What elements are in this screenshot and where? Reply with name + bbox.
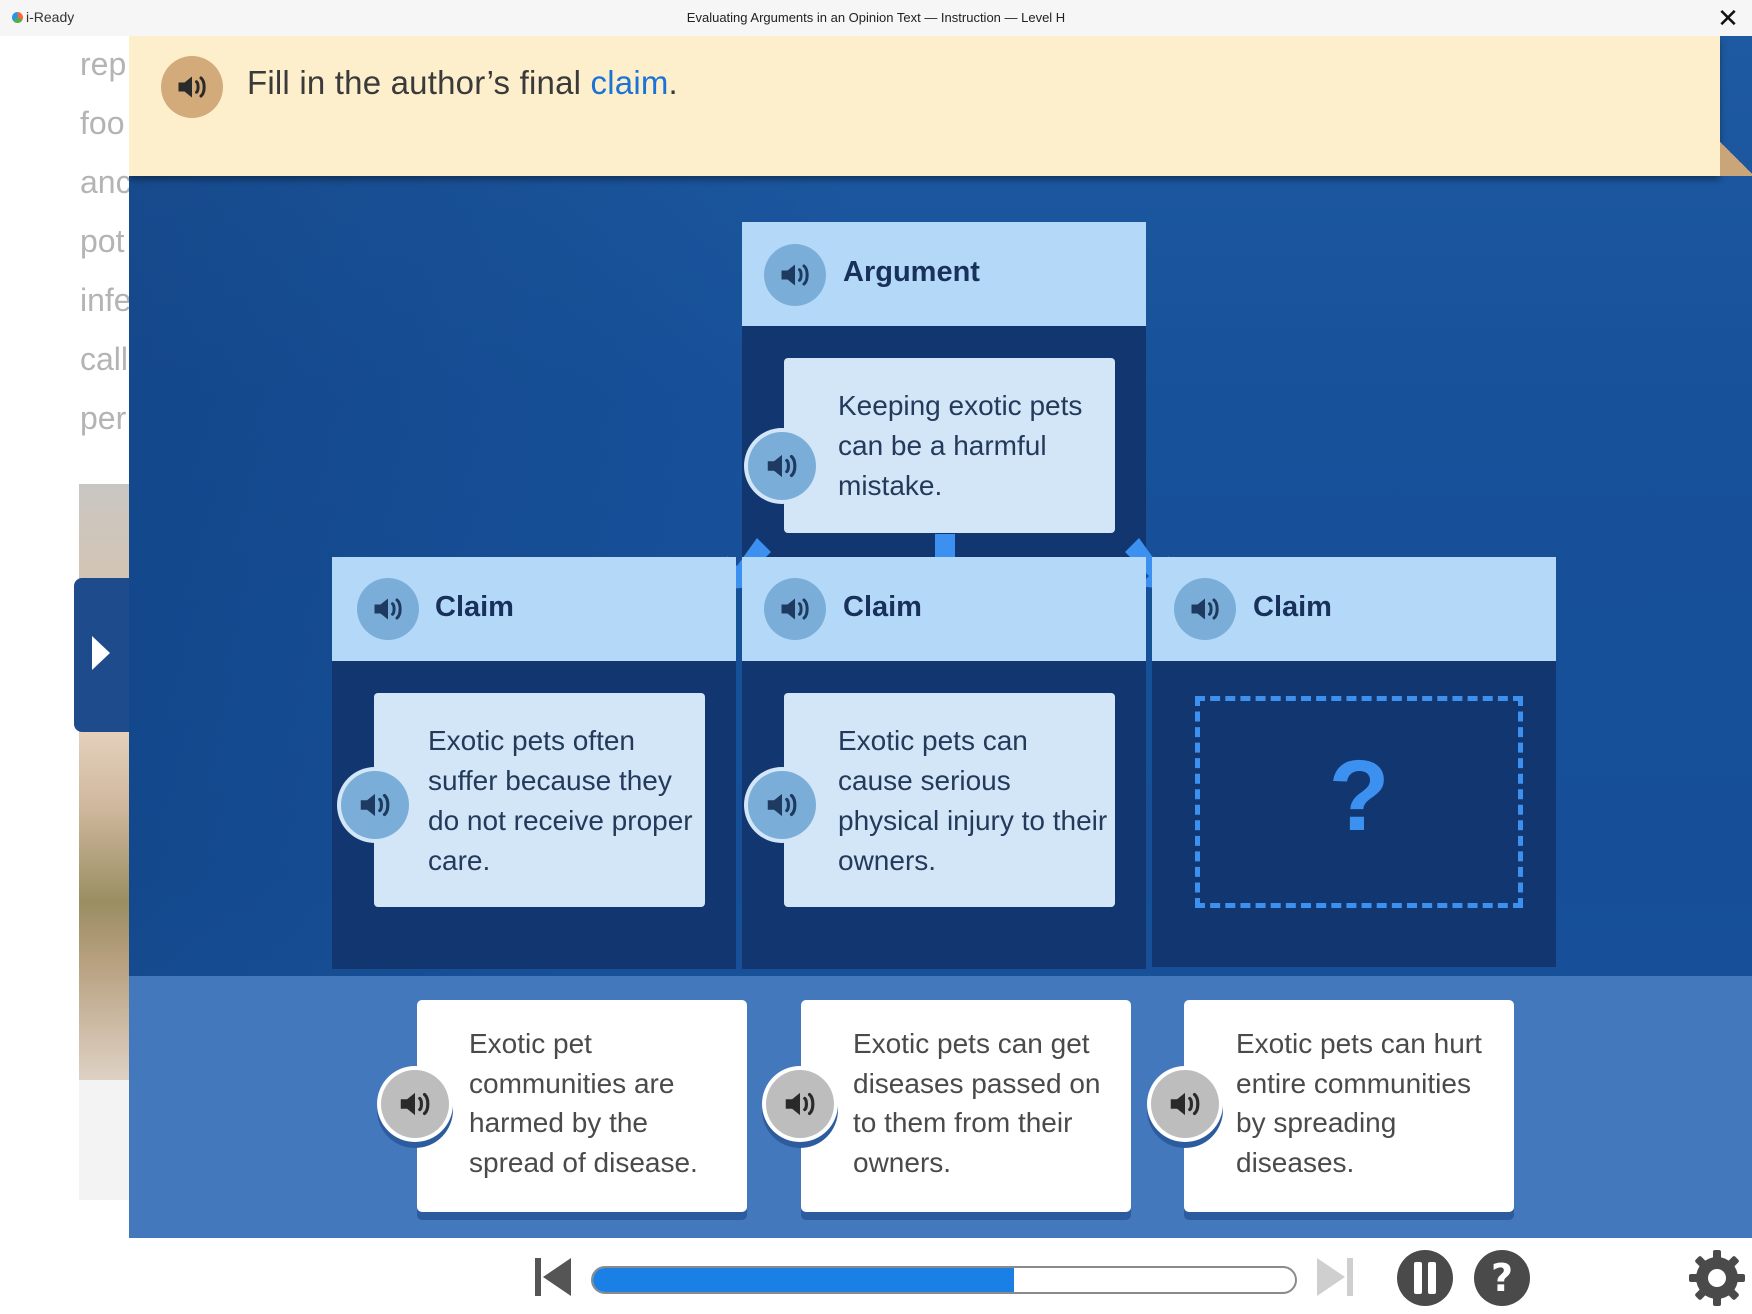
play-triangle-icon bbox=[92, 636, 110, 670]
speaker-icon[interactable] bbox=[766, 1070, 834, 1138]
claim-card-2: Exotic pets can cause serious physical i… bbox=[784, 693, 1115, 907]
answer-text-1: Exotic pet communities are harmed by the… bbox=[469, 1028, 698, 1178]
answer-card-2[interactable]: Exotic pets can get diseases passed on t… bbox=[801, 1000, 1131, 1212]
speaker-icon[interactable] bbox=[357, 578, 419, 640]
prompt-period: . bbox=[668, 64, 678, 101]
passage-toggle-button[interactable] bbox=[74, 578, 136, 732]
claim-heading-2: Claim bbox=[843, 591, 922, 623]
argument-card: Keeping exotic pets can be a harmful mis… bbox=[784, 358, 1115, 533]
question-mark-icon: ? bbox=[1328, 740, 1390, 852]
argument-text: Keeping exotic pets can be a harmful mis… bbox=[838, 390, 1083, 501]
answer-card-3[interactable]: Exotic pets can hurt entire communities … bbox=[1184, 1000, 1514, 1212]
speaker-icon[interactable] bbox=[341, 771, 409, 839]
skip-back-icon[interactable] bbox=[533, 1256, 573, 1298]
argument-column: Argument Keeping exotic pets can be a ha… bbox=[742, 222, 1146, 578]
svg-text:?: ? bbox=[1491, 1256, 1513, 1300]
prompt-keyword-link[interactable]: claim bbox=[591, 64, 669, 101]
answer-text-3: Exotic pets can hurt entire communities … bbox=[1236, 1028, 1482, 1178]
progress-bar bbox=[591, 1266, 1297, 1294]
speaker-icon[interactable] bbox=[764, 578, 826, 640]
lesson-pane: Fill in the author’s final claim. Argume… bbox=[129, 36, 1752, 1238]
speaker-icon[interactable] bbox=[161, 56, 223, 118]
passage-line: call bbox=[80, 341, 129, 377]
progress-fill bbox=[593, 1268, 1015, 1292]
speaker-icon[interactable] bbox=[1151, 1070, 1219, 1138]
title-bar: i-Ready Evaluating Arguments in an Opini… bbox=[0, 0, 1752, 36]
speaker-icon[interactable] bbox=[748, 771, 816, 839]
close-icon[interactable]: ✕ bbox=[1714, 4, 1742, 32]
answer-text-2: Exotic pets can get diseases passed on t… bbox=[853, 1028, 1101, 1178]
claim-header-2: Claim bbox=[742, 557, 1146, 661]
speaker-icon[interactable] bbox=[748, 432, 816, 500]
skip-forward-icon bbox=[1317, 1258, 1353, 1296]
claim-header-1: Claim bbox=[332, 557, 736, 661]
claim-column-3: Claim ? bbox=[1152, 557, 1556, 967]
help-icon[interactable]: ? bbox=[1473, 1249, 1531, 1307]
passage-line: rep bbox=[80, 46, 127, 82]
pause-icon[interactable] bbox=[1396, 1249, 1454, 1307]
banner-fold-corner bbox=[1720, 140, 1752, 176]
speaker-icon[interactable] bbox=[381, 1070, 449, 1138]
claim-header-3: Claim bbox=[1152, 557, 1556, 661]
answer-card-1[interactable]: Exotic pet communities are harmed by the… bbox=[417, 1000, 747, 1212]
speaker-icon[interactable] bbox=[764, 244, 826, 306]
claim-heading-3: Claim bbox=[1253, 591, 1332, 623]
bottom-controls: ? bbox=[129, 1238, 1752, 1314]
argument-heading: Argument bbox=[843, 256, 980, 288]
claim-heading-1: Claim bbox=[435, 591, 514, 623]
claim-card-1: Exotic pets often suffer because they do… bbox=[374, 693, 705, 907]
gear-icon[interactable] bbox=[1687, 1248, 1747, 1308]
speaker-icon[interactable] bbox=[1174, 578, 1236, 640]
claim-text-2: Exotic pets can cause serious physical i… bbox=[838, 725, 1108, 876]
claim-drop-zone[interactable]: ? bbox=[1195, 696, 1523, 908]
answer-tray: Exotic pet communities are harmed by the… bbox=[129, 976, 1752, 1238]
passage-line: foo bbox=[80, 105, 125, 141]
argument-header: Argument bbox=[742, 222, 1146, 326]
claim-text-1: Exotic pets often suffer because they do… bbox=[428, 725, 693, 876]
instruction-banner: Fill in the author’s final claim. bbox=[129, 36, 1720, 176]
prompt-text: Fill in the author’s final bbox=[247, 64, 591, 101]
claim-column-2: Claim Exotic pets can cause serious phys… bbox=[742, 557, 1146, 969]
claim-column-1: Claim Exotic pets often suffer because t… bbox=[332, 557, 736, 969]
passage-line: per bbox=[80, 400, 127, 436]
window-title: Evaluating Arguments in an Opinion Text … bbox=[686, 10, 1066, 25]
passage-line: anc bbox=[80, 164, 132, 200]
passage-line: pot bbox=[80, 223, 125, 259]
instruction-prompt: Fill in the author’s final claim. bbox=[247, 64, 678, 102]
passage-line: infe bbox=[80, 282, 132, 318]
